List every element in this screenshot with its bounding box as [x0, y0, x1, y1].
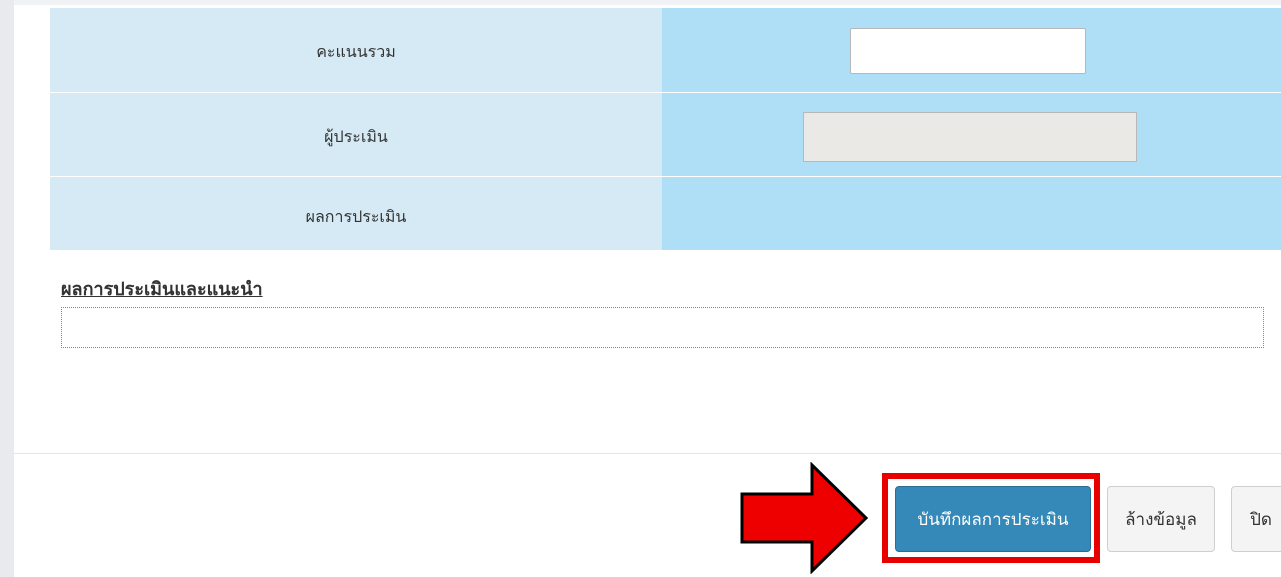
close-button[interactable]: ปิด — [1231, 486, 1281, 552]
page-edge — [0, 0, 14, 577]
total-score-input[interactable] — [850, 28, 1086, 74]
assessment-result-value — [662, 176, 1281, 250]
comments-input[interactable] — [61, 307, 1264, 348]
row-divider — [50, 92, 1281, 93]
total-score-label: คะแนนรวม — [316, 42, 396, 61]
comments-heading: ผลการประเมินและแนะนำ — [61, 279, 263, 300]
red-arrow-right-icon — [740, 462, 869, 574]
save-assessment-button[interactable]: บันทึกผลการประเมิน — [895, 486, 1091, 552]
assessment-summary-table: คะแนนรวม ผู้ประเมิน ผลการประเมิน — [50, 8, 1281, 250]
footer-divider — [14, 453, 1281, 454]
assessor-label: ผู้ประเมิน — [324, 127, 388, 146]
assessment-result-label: ผลการประเมิน — [305, 207, 407, 226]
top-border — [14, 0, 1281, 5]
clear-data-button[interactable]: ล้างข้อมูล — [1107, 486, 1215, 552]
assessor-input — [803, 112, 1137, 162]
